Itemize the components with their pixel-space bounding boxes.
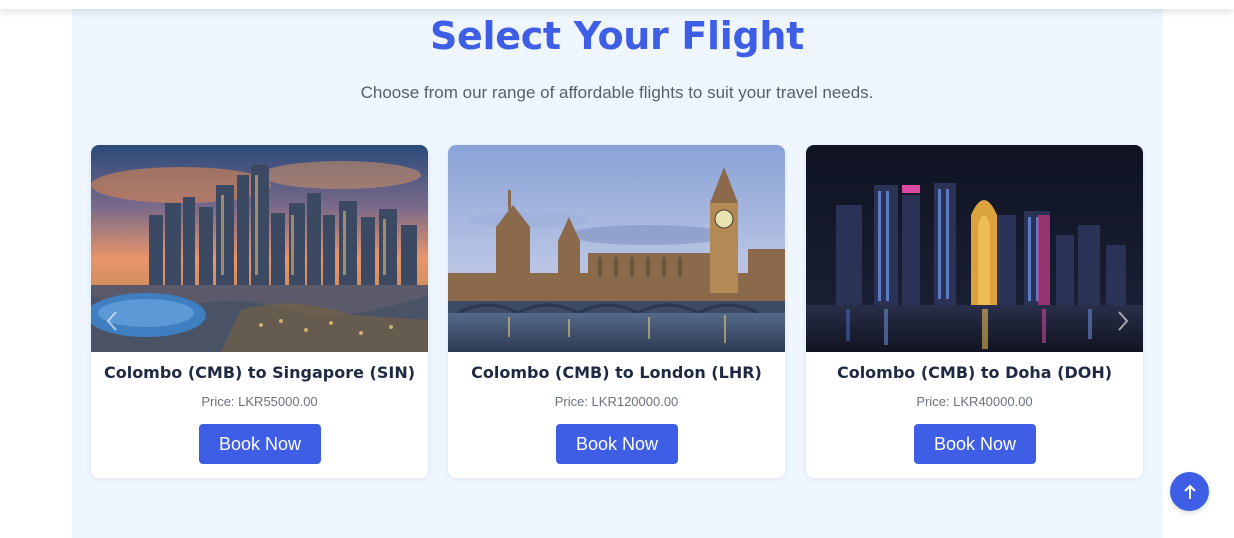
flight-route: Colombo (CMB) to London (LHR) bbox=[471, 363, 762, 382]
flight-card-london: Colombo (CMB) to London (LHR) Price: LKR… bbox=[448, 145, 785, 478]
flight-price: Price: LKR40000.00 bbox=[916, 394, 1033, 409]
scroll-to-top-button[interactable] bbox=[1170, 472, 1209, 511]
carousel-next-button[interactable] bbox=[1108, 306, 1138, 336]
doha-skyline-image bbox=[806, 145, 1143, 352]
chevron-left-icon bbox=[106, 311, 117, 331]
flight-price: Price: LKR120000.00 bbox=[554, 394, 679, 409]
section-subtitle: Choose from our range of affordable flig… bbox=[360, 83, 874, 102]
book-now-button[interactable]: Book Now bbox=[199, 424, 321, 464]
singapore-skyline-image bbox=[91, 145, 428, 352]
arrow-up-icon bbox=[1183, 484, 1196, 499]
chevron-right-icon bbox=[1118, 311, 1129, 331]
flight-route: Colombo (CMB) to Singapore (SIN) bbox=[103, 363, 416, 382]
flight-card-doha: Colombo (CMB) to Doha (DOH) Price: LKR40… bbox=[806, 145, 1143, 478]
london-parliament-image bbox=[448, 145, 785, 352]
header-bar bbox=[0, 0, 1234, 9]
carousel-prev-button[interactable] bbox=[97, 306, 127, 336]
book-now-button[interactable]: Book Now bbox=[556, 424, 678, 464]
flight-price: Price: LKR55000.00 bbox=[201, 394, 318, 409]
flight-card-singapore: Colombo (CMB) to Singapore (SIN) Price: … bbox=[91, 145, 428, 478]
section-title: Select Your Flight bbox=[429, 14, 805, 58]
book-now-button[interactable]: Book Now bbox=[914, 424, 1036, 464]
flight-route: Colombo (CMB) to Doha (DOH) bbox=[836, 363, 1113, 382]
